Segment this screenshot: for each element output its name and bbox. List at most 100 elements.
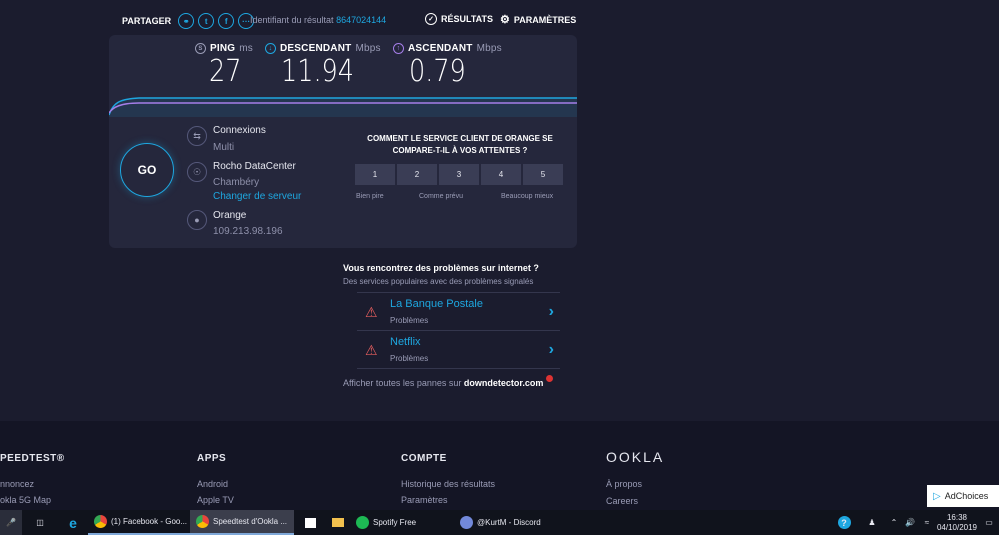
taskbar-item-label: @KurtM - Discord — [477, 518, 541, 527]
result-id-label: Identifiant du résultat — [250, 15, 334, 25]
check-circle-icon: ✓ — [425, 13, 437, 25]
chevron-right-icon: › — [548, 303, 554, 320]
speedtest-card: S PING ms 27 ↓ DESCENDANT Mbps 11.94 ↑ A… — [109, 35, 577, 248]
divider — [357, 368, 560, 369]
clock-time: 16:38 — [946, 512, 968, 522]
downdetector-text: Afficher toutes les pannes sur — [343, 378, 462, 388]
chevron-right-icon: › — [548, 341, 554, 358]
warning-icon: ⚠ — [365, 342, 378, 358]
footer-link[interactable]: Historique des résultats — [401, 479, 495, 489]
taskbar-item-spotify[interactable]: Spotify Free — [350, 510, 454, 535]
ping-unit: ms — [239, 43, 253, 54]
facebook-icon[interactable]: f — [218, 13, 235, 29]
upload-metric: ↑ ASCENDANT Mbps 0.79 — [393, 43, 502, 89]
results-button[interactable]: ✓ RÉSULTATS — [425, 13, 493, 25]
upload-value: 0.79 — [409, 54, 466, 89]
footer-col-speedtest-title: PEEDTEST® — [0, 453, 65, 464]
footer-col-apps-title: APPS — [197, 453, 227, 464]
rating-scale: 1 2 3 4 5 — [355, 164, 563, 185]
downdetector-link[interactable]: downdetector.com — [464, 378, 544, 388]
ping-value: 27 — [209, 54, 242, 89]
server-name: Rocho DataCenter — [213, 161, 296, 172]
issue-name: La Banque Postale — [390, 298, 483, 310]
isp-name: Orange — [213, 210, 247, 221]
adchoices-label: AdChoices — [944, 491, 989, 501]
issue-item-la-banque-postale[interactable]: ⚠ La Banque Postale Problèmes › — [357, 295, 560, 331]
rating-option-4[interactable]: 4 — [481, 164, 521, 185]
microphone-icon[interactable]: 🎤 — [0, 510, 22, 535]
upload-arrow-icon: ↑ — [393, 43, 404, 54]
results-label: RÉSULTATS — [441, 14, 493, 24]
folder-icon[interactable] — [326, 510, 350, 535]
taskbar-item-label: (1) Facebook - Goo... — [111, 517, 188, 526]
link-icon[interactable]: ⚭ — [178, 13, 195, 29]
downdetector-line: Afficher toutes les pannes sur downdetec… — [343, 375, 553, 388]
ping-icon: S — [195, 43, 206, 54]
ookla-logo: OOKLA — [606, 449, 665, 465]
help-icon[interactable]: ? — [831, 510, 857, 535]
divider — [357, 292, 560, 293]
result-id: Identifiant du résultat 8647024144 — [250, 15, 386, 25]
issue-item-netflix[interactable]: ⚠ Netflix Problèmes › — [357, 333, 560, 369]
footer-link[interactable]: Paramètres — [401, 495, 448, 505]
people-icon[interactable]: ♟ — [857, 510, 887, 535]
ping-label: PING — [210, 43, 236, 54]
taskbar-item-discord[interactable]: @KurtM - Discord — [454, 510, 558, 535]
download-unit: Mbps — [355, 43, 381, 54]
rating-option-5[interactable]: 5 — [523, 164, 563, 185]
issues-subheading: Des services populaires avec des problèm… — [343, 277, 534, 286]
clock-date: 04/10/2019 — [936, 522, 978, 532]
adchoices-icon: ▷ — [933, 490, 941, 502]
go-button[interactable]: GO — [120, 143, 174, 197]
site-footer: PEEDTEST® nnoncez okla 5G Map APPS Andro… — [0, 421, 999, 510]
footer-col-compte-title: COMPTE — [401, 453, 447, 464]
footer-link[interactable]: nnoncez — [0, 479, 34, 489]
task-view-icon[interactable]: ◫ — [22, 510, 58, 535]
rating-mid-label: Comme prévu — [419, 193, 463, 200]
download-value: 11.94 — [281, 54, 355, 89]
footer-link[interactable]: À propos — [606, 479, 642, 489]
spotify-icon — [356, 516, 369, 529]
isp-ip: 109.213.98.196 — [213, 226, 283, 237]
footer-link[interactable]: okla 5G Map — [0, 495, 51, 505]
issues-heading: Vous rencontrez des problèmes sur intern… — [343, 263, 539, 273]
survey-question: COMMENT LE SERVICE CLIENT DE ORANGE SE C… — [367, 134, 553, 155]
taskbar-item-speedtest[interactable]: Speedtest d'Ookla ... — [190, 510, 294, 535]
footer-link[interactable]: Android — [197, 479, 228, 489]
rating-option-1[interactable]: 1 — [355, 164, 395, 185]
upload-unit: Mbps — [476, 43, 502, 54]
settings-button[interactable]: ⚙ PARAMÈTRES — [500, 13, 576, 26]
share-bar: PARTAGER ⚭ t f ··· — [122, 12, 255, 30]
result-id-number[interactable]: 8647024144 — [336, 15, 386, 25]
rating-option-2[interactable]: 2 — [397, 164, 437, 185]
download-metric: ↓ DESCENDANT Mbps 11.94 — [265, 43, 381, 89]
change-server-link[interactable]: Changer de serveur — [213, 191, 301, 202]
chrome-icon — [196, 515, 209, 528]
user-icon: ● — [187, 210, 207, 230]
warning-icon: ⚠ — [365, 304, 378, 320]
alert-dot-icon — [545, 375, 553, 382]
store-icon[interactable] — [294, 510, 326, 535]
upload-label: ASCENDANT — [408, 43, 473, 54]
globe-icon: ☉ — [187, 162, 207, 182]
clock[interactable]: 16:38 04/10/2019 — [935, 510, 979, 535]
discord-icon — [460, 516, 473, 529]
download-arrow-icon: ↓ — [265, 43, 276, 54]
volume-icon[interactable]: 🔊 — [901, 510, 919, 535]
ping-metric: S PING ms 27 — [195, 43, 253, 89]
chevron-up-icon[interactable]: ⌃ — [887, 510, 901, 535]
footer-link[interactable]: Careers — [606, 496, 638, 506]
edge-icon[interactable]: e — [58, 510, 88, 535]
twitter-icon[interactable]: t — [198, 13, 215, 29]
footer-link[interactable]: Apple TV — [197, 495, 234, 505]
server-city: Chambéry — [213, 177, 260, 188]
taskbar-item-label: Speedtest d'Ookla ... — [213, 517, 288, 526]
share-label: PARTAGER — [122, 16, 172, 26]
notification-icon[interactable]: ▭ — [979, 510, 999, 535]
adchoices-badge[interactable]: ▷ AdChoices — [927, 485, 999, 507]
taskbar-item-facebook[interactable]: (1) Facebook - Goo... — [88, 510, 190, 535]
rating-option-3[interactable]: 3 — [439, 164, 479, 185]
issue-status: Problèmes — [390, 316, 429, 325]
wifi-icon[interactable]: ≈ — [919, 510, 935, 535]
go-label: GO — [137, 163, 157, 177]
